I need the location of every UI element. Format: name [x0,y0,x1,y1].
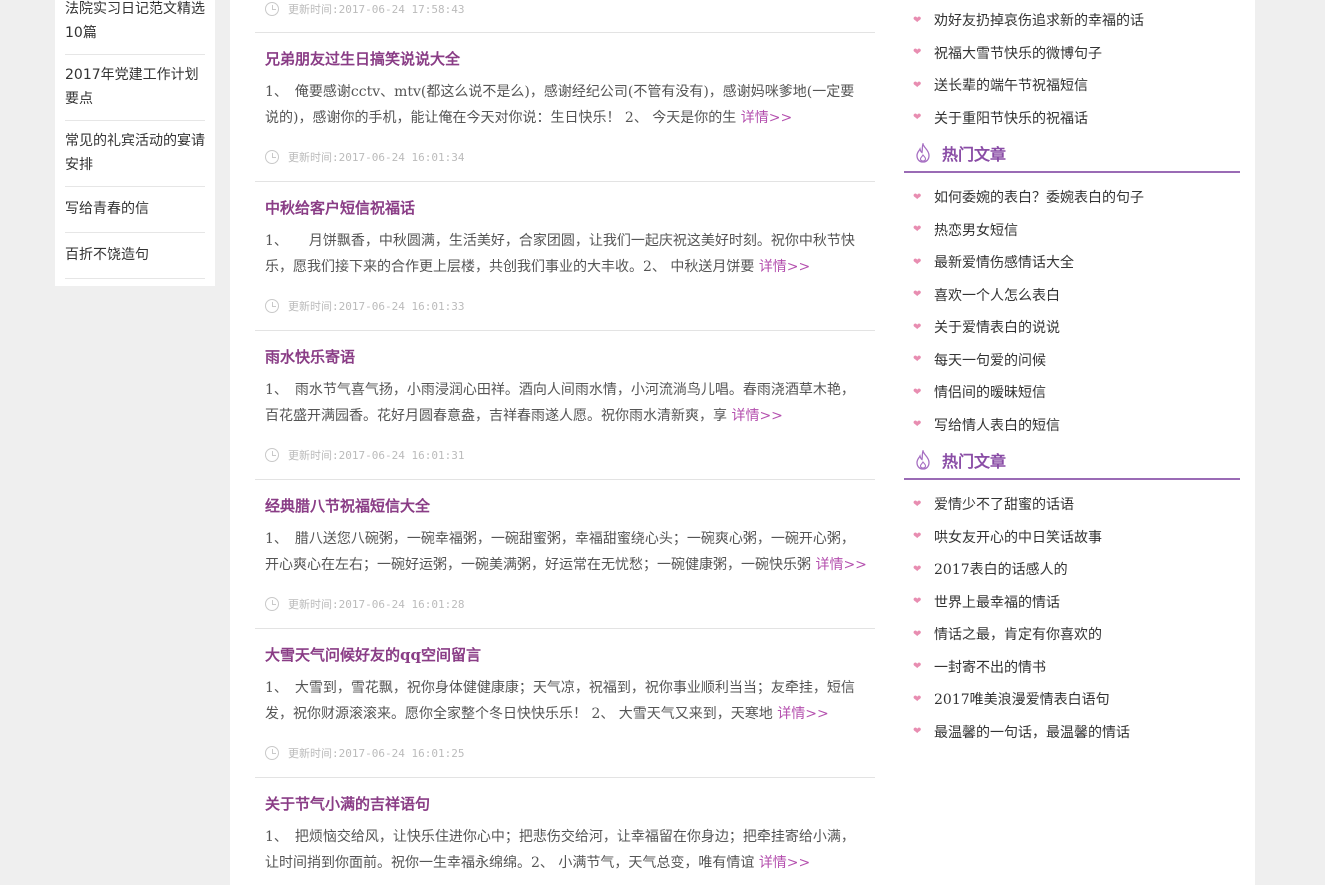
right-list-item[interactable]: ❤ 爱情少不了甜蜜的话语 [904,488,1240,521]
right-list-item[interactable]: ❤ 最温馨的一句话，最温馨的情话 [904,716,1240,749]
article-item: 经典腊八节祝福短信大全 1、 腊八送您八碗粥，一碗幸福粥，一碗甜蜜粥，幸福甜蜜绕… [255,479,875,628]
heart-icon: ❤ [913,628,922,640]
hot-articles-list: ❤ 如何委婉的表白？委婉表白的句子 ❤ 热恋男女短信 ❤ 最新爱情伤感情话大全 ❤ 喜欢… [904,181,1240,441]
clock-icon [265,150,279,164]
article-summary: 1、 把烦恼交给风，让快乐住进你心中；把悲伤交给河，让幸福留在你身边；把牵挂寄给… [265,829,855,871]
update-time: 更新时间:2017-06-24 16:01:31 [255,446,464,464]
details-link[interactable]: 详情>> [741,110,792,126]
heart-icon: ❤ [913,531,922,543]
left-sidebar: 法院实习日记范文精选10篇 2017年党建工作计划要点 常见的礼宾活动的宴请安排… [55,0,215,286]
right-list-item[interactable]: ❤ 情侣间的暧昧短信 [904,376,1240,409]
clock-icon [265,2,279,16]
heart-icon: ❤ [913,596,922,608]
clock-icon [265,597,279,611]
heart-icon: ❤ [913,79,922,91]
clock-icon [265,448,279,462]
main-content: 更新时间:2017-06-24 17:58:43 兄弟朋友过生日搞笑说说大全 1… [230,0,1255,885]
right-list-item[interactable]: ❤ 如何委婉的表白？委婉表白的句子 [904,181,1240,214]
heart-icon: ❤ [913,419,922,431]
article-summary: 1、 腊八送您八碗粥，一碗幸福粥，一碗甜蜜粥，幸福甜蜜绕心头；一碗爽心粥，一碗开… [265,531,867,573]
article-title[interactable]: 雨水快乐寄语 [265,346,355,367]
details-link[interactable]: 详情>> [759,259,810,275]
left-list-item[interactable]: 常见的礼宾活动的宴请安排 [65,121,205,187]
heart-icon: ❤ [913,256,922,268]
heart-icon: ❤ [913,224,922,236]
right-list-item[interactable]: ❤ 祝福大雪节快乐的微博句子 [904,37,1240,70]
heart-icon: ❤ [913,321,922,333]
flame-icon [916,449,930,470]
flame-icon [916,142,930,163]
article-title[interactable]: 中秋给客户短信祝福话 [265,197,415,218]
update-time: 更新时间:2017-06-24 16:01:33 [255,297,464,315]
article-item: 大雪天气问候好友的qq空间留言 1、 大雪到，雪花飘，祝你身体健健康康；天气凉，… [255,628,875,777]
update-time: 更新时间:2017-06-24 16:01:25 [255,744,464,762]
heart-icon: ❤ [913,191,922,203]
left-list-item[interactable]: 2017年党建工作计划要点 [65,55,205,121]
details-link[interactable]: 详情>> [759,855,810,871]
article-stack: 兄弟朋友过生日搞笑说说大全 1、 俺要感谢cctv、mtv(都这么说不是么)，感… [255,32,875,885]
heart-icon: ❤ [913,289,922,301]
heart-icon: ❤ [913,354,922,366]
hot-articles-heading: 热门文章 [904,134,1240,173]
right-list-item[interactable]: ❤ 2017唯美浪漫爱情表白语句 [904,683,1240,716]
recommended-list: ❤ 劝好友扔掉哀伤追求新的幸福的话 ❤ 祝福大雪节快乐的微博句子 ❤ 送长辈的端午节祝… [904,4,1240,134]
article-tail: 更新时间:2017-06-24 17:58:43 [255,0,875,32]
left-list-item[interactable]: 法院实习日记范文精选10篇 [65,0,205,55]
right-list-item[interactable]: ❤ 2017表白的话感人的 [904,553,1240,586]
article-summary: 1、 俺要感谢cctv、mtv(都这么说不是么)，感谢经纪公司(不管有没有)，感… [265,84,855,126]
article-title[interactable]: 关于节气小满的吉祥语句 [265,793,430,814]
right-list-item[interactable]: ❤ 情话之最，肯定有你喜欢的 [904,618,1240,651]
left-list-item[interactable]: 写给青春的信 [65,187,205,233]
hot-articles-heading: 热门文章 [904,441,1240,480]
heart-icon: ❤ [913,693,922,705]
right-sidebar: ❤ 劝好友扔掉哀伤追求新的幸福的话 ❤ 祝福大雪节快乐的微博句子 ❤ 送长辈的端午节祝… [904,0,1240,748]
article-item: 关于节气小满的吉祥语句 1、 把烦恼交给风，让快乐住进你心中；把悲伤交给河，让幸… [255,777,875,885]
article-summary: 1、 月饼飘香，中秋圆满，生活美好，合家团圆，让我们一起庆祝这美好时刻。祝你中秋… [265,233,855,275]
details-link[interactable]: 详情>> [731,408,782,424]
article-title[interactable]: 经典腊八节祝福短信大全 [265,495,430,516]
hot-articles-list: ❤ 爱情少不了甜蜜的话语 ❤ 哄女友开心的中日笑话故事 ❤ 2017表白的话感人的 ❤… [904,488,1240,748]
heart-icon: ❤ [913,498,922,510]
right-list-item[interactable]: ❤ 世界上最幸福的情话 [904,586,1240,619]
right-list-item[interactable]: ❤ 最新爱情伤感情话大全 [904,246,1240,279]
right-list-item[interactable]: ❤ 哄女友开心的中日笑话故事 [904,521,1240,554]
right-list-item[interactable]: ❤ 关于重阳节快乐的祝福话 [904,102,1240,135]
heart-icon: ❤ [913,386,922,398]
right-list-item[interactable]: ❤ 一封寄不出的情书 [904,651,1240,684]
heart-icon: ❤ [913,47,922,59]
article-summary: 1、 雨水节气喜气扬，小雨浸润心田祥。酒向人间雨水情，小河流淌鸟儿唱。春雨浇酒草… [265,382,855,424]
update-time: 更新时间:2017-06-24 16:01:34 [255,148,464,166]
heart-icon: ❤ [913,661,922,673]
article-summary: 1、 大雪到，雪花飘，祝你身体健健康康；天气凉，祝福到，祝你事业顺利当当；友牵挂… [265,680,855,722]
article-item: 兄弟朋友过生日搞笑说说大全 1、 俺要感谢cctv、mtv(都这么说不是么)，感… [255,32,875,181]
heart-icon: ❤ [913,563,922,575]
details-link[interactable]: 详情>> [815,557,866,573]
article-title[interactable]: 大雪天气问候好友的qq空间留言 [265,644,481,665]
right-list-item[interactable]: ❤ 每天一句爱的问候 [904,344,1240,377]
right-list-item[interactable]: ❤ 喜欢一个人怎么表白 [904,279,1240,312]
details-link[interactable]: 详情>> [777,706,828,722]
left-article-list: 法院实习日记范文精选10篇 2017年党建工作计划要点 常见的礼宾活动的宴请安排… [65,0,205,279]
right-list-item[interactable]: ❤ 送长辈的端午节祝福短信 [904,69,1240,102]
update-time: 更新时间:2017-06-24 16:01:28 [255,595,464,613]
article-title[interactable]: 兄弟朋友过生日搞笑说说大全 [265,48,460,69]
update-time: 更新时间:2017-06-24 17:58:43 [255,0,464,18]
heart-icon: ❤ [913,14,922,26]
left-list-item[interactable]: 百折不饶造句 [65,233,205,279]
heart-icon: ❤ [913,726,922,738]
right-list-item[interactable]: ❤ 关于爱情表白的说说 [904,311,1240,344]
clock-icon [265,299,279,313]
article-item: 中秋给客户短信祝福话 1、 月饼飘香，中秋圆满，生活美好，合家团圆，让我们一起庆… [255,181,875,330]
right-list-item[interactable]: ❤ 写给情人表白的短信 [904,409,1240,442]
clock-icon [265,746,279,760]
right-list-item[interactable]: ❤ 劝好友扔掉哀伤追求新的幸福的话 [904,4,1240,37]
right-list-item[interactable]: ❤ 热恋男女短信 [904,214,1240,247]
article-item: 雨水快乐寄语 1、 雨水节气喜气扬，小雨浸润心田祥。酒向人间雨水情，小河流淌鸟儿… [255,330,875,479]
heart-icon: ❤ [913,112,922,124]
